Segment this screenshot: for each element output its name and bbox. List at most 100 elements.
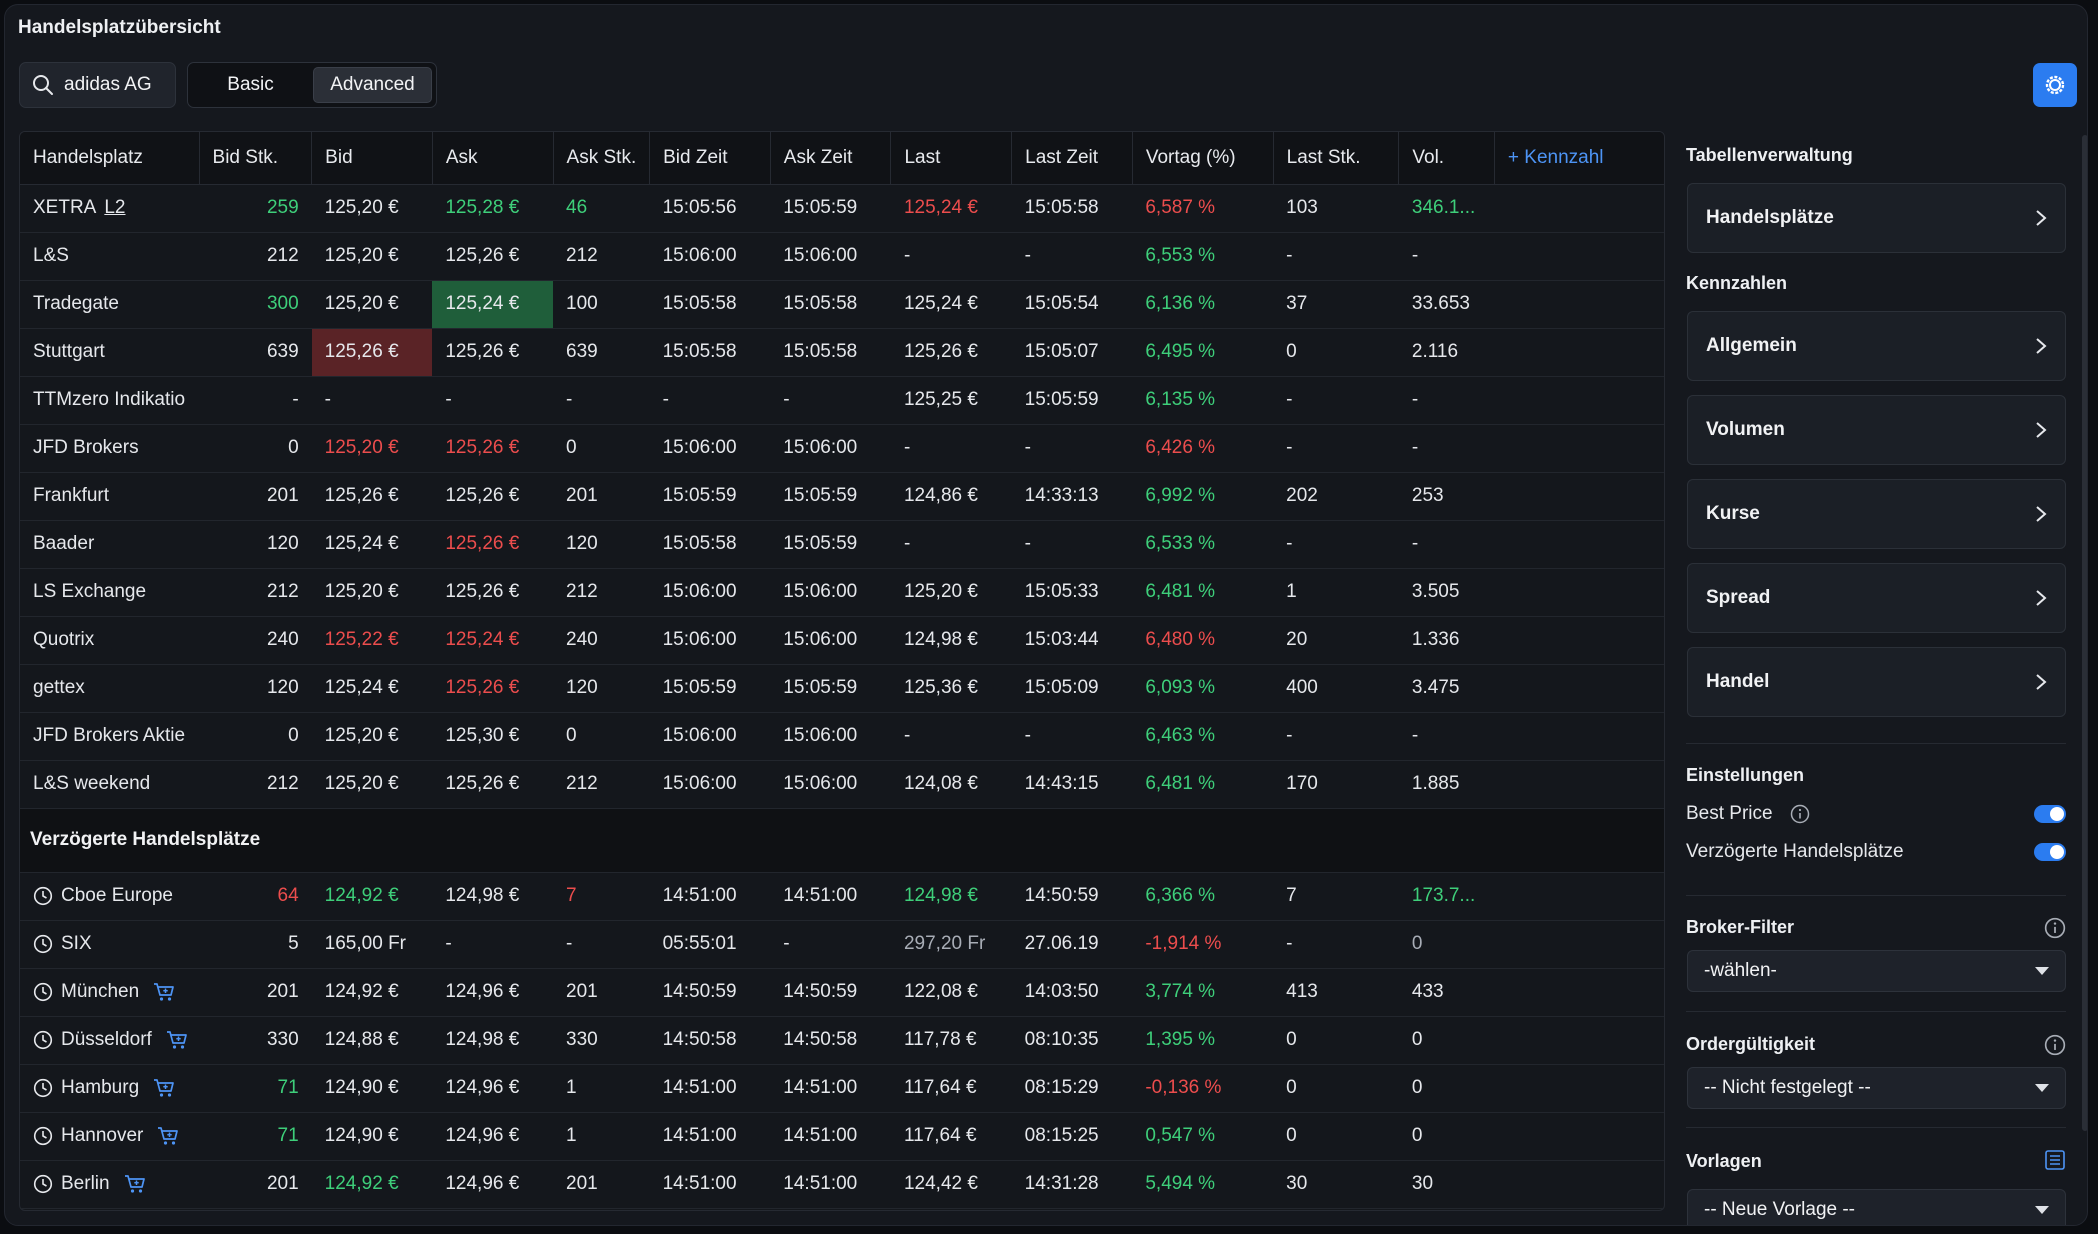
delayed-toggle[interactable] [2034,843,2066,861]
table-row[interactable]: München 201 124,92 €124,96 €201 14:50:59 14:… [20,968,1664,1017]
cell-ask-zeit: 14:51:00 [770,1112,891,1161]
table-row[interactable]: Berlin 201 124,92 €124,96 €201 14:51:00 14:5… [20,1160,1664,1209]
broker-filter-select[interactable]: -wählen- [1687,950,2066,992]
cell-empty [1494,664,1664,713]
cell-bid-zeit: 15:05:59 [649,472,771,521]
table-row[interactable]: Hannover 71 124,90 €124,96 €1 14:51:00 14:51… [20,1112,1664,1161]
cell-ask: 124,96 € [432,1064,554,1113]
scrollbar[interactable] [2082,135,2087,1131]
cell-ask-stk: 212 [553,568,650,617]
best-price-toggle[interactable] [2034,805,2066,823]
table-row[interactable]: TTMzero Indikatio - - - - - -125,25 €15:05:59 6… [20,376,1664,425]
order-validity-select[interactable]: -- Nicht festgelegt -- [1687,1067,2066,1109]
kennzahlen-title: Kennzahlen [1686,273,1788,293]
cell-handelsplatz: München [20,968,200,1017]
card-allgemein[interactable]: Allgemein [1687,311,2066,381]
table-row[interactable]: Baader 120 125,24 €125,26 €120 15:05:58 15:0… [20,520,1664,569]
cell-handelsplatz: JFD Brokers [20,424,200,473]
cart-icon[interactable] [157,1126,179,1146]
table-row[interactable]: Düsseldorf 330 124,88 €124,98 €330 14:50:58… [20,1016,1664,1065]
clock-icon [33,1078,53,1098]
col-ask-stk[interactable]: Ask Stk. [553,132,651,185]
mode-advanced[interactable]: Advanced [313,67,432,103]
cell-last-stk: 37 [1273,280,1399,329]
card-label: Spread [1706,587,1771,608]
card-volumen[interactable]: Volumen [1687,395,2066,465]
mode-basic[interactable]: Basic [192,67,309,103]
col-last-zeit[interactable]: Last Zeit [1011,132,1133,185]
table-row[interactable]: Cboe Europe 64 124,92 €124,98 €7 14:51:00 14… [20,872,1664,921]
table-row[interactable]: Stuttgart 639 125,26 €125,26 €639 15:05:58 1… [20,328,1664,377]
table-row[interactable]: Frankfurt 201 125,26 €125,26 €201 15:05:59 1… [20,472,1664,521]
table-row[interactable]: gettex 120 125,24 €125,26 €120 15:05:59 15:0… [20,664,1664,713]
side-panel: Tabellenverwaltung Handelsplätze Kennzah… [1686,131,2066,1225]
cart-icon[interactable] [124,1174,146,1194]
col-bid-zeit[interactable]: Bid Zeit [649,132,771,185]
cell-ask-zeit: - [770,376,891,425]
col-handelsplatz[interactable]: Handelsplatz [20,132,200,185]
table-row[interactable]: XETRA L2 259 125,20 €125,28 €46 15:05:56 15:0… [20,184,1664,233]
card-spread[interactable]: Spread [1687,563,2066,633]
card-handel[interactable]: Handel [1687,647,2066,717]
settings-button[interactable] [2033,63,2077,107]
cell-vortag: 6,992 % [1132,472,1274,521]
col-last[interactable]: Last [890,132,1013,185]
templates-title: Vorlagen [1686,1151,1762,1171]
cell-bid-zeit: 15:05:58 [649,520,771,569]
cell-handelsplatz: Baader [20,520,200,569]
col-bid-stk[interactable]: Bid Stk. [199,132,313,185]
templates-select[interactable]: -- Neue Vorlage -- [1687,1189,2066,1225]
cell-ask-zeit: 15:06:00 [770,712,891,761]
table-row[interactable]: Hamburg 71 124,90 €124,96 €1 14:51:00 14:51:… [20,1064,1664,1113]
cell-handelsplatz: L&S [20,232,200,281]
table-header: Handelsplatz Bid Stk. Bid Ask Ask Stk. B… [20,132,1664,185]
cart-icon[interactable] [153,982,175,1002]
list-icon[interactable] [2044,1149,2066,1171]
cell-last-zeit: 15:05:09 [1011,664,1133,713]
cell-vol: 2.116 [1398,328,1495,377]
table-row[interactable]: L&S 212 125,20 €125,26 €212 15:06:00 15:06:0… [20,232,1664,281]
col-vol[interactable]: Vol. [1398,132,1495,185]
table-row[interactable]: JFD Brokers Aktie 0 125,20 €125,30 €0 15:06… [20,712,1664,761]
cell-ask-zeit: 15:06:00 [770,760,891,809]
cell-last-zeit: 15:05:59 [1011,376,1133,425]
cell-last: - [890,712,1012,761]
info-icon[interactable] [2044,1034,2066,1056]
cell-vol: 173.7... [1398,872,1495,921]
add-kennzahl-button[interactable]: + Kennzahl [1494,132,1664,185]
table-row[interactable]: JFD Brokers 0 125,20 €125,26 €0 15:06:00 15:… [20,424,1664,473]
cell-bid: 124,92 € [311,872,433,921]
cart-icon[interactable] [153,1078,175,1098]
cell-ask-stk: 639 [553,328,650,377]
search-input[interactable]: adidas AG [19,62,176,108]
col-last-stk[interactable]: Last Stk. [1273,132,1400,185]
clock-icon [33,886,53,906]
cell-last: 125,24 € [890,280,1012,329]
table-row[interactable]: Quotrix 240 125,22 €125,24 €240 15:06:00 15:… [20,616,1664,665]
cell-last: 125,24 € [890,184,1012,233]
table-row[interactable]: LS Exchange 212 125,20 €125,26 €212 15:06:0… [20,568,1664,617]
card-handelsplaetze[interactable]: Handelsplätze [1687,183,2066,253]
card-label: Handelsplätze [1706,207,1834,228]
select-value: -wählen- [1704,960,1777,981]
info-icon[interactable] [1790,804,1810,824]
cell-last-zeit: - [1011,712,1133,761]
cell-ask-stk: 120 [553,664,650,713]
cell-handelsplatz: LS Exchange [20,568,200,617]
table-row[interactable]: SIX 5 165,00 Fr - -05:55:01-297,20 Fr 27.06.1… [20,920,1664,969]
cart-icon[interactable] [166,1030,188,1050]
table-row[interactable]: L&S weekend 212 125,20 €125,26 €212 15:06:0… [20,760,1664,809]
cell-bid: 124,92 € [311,1160,433,1209]
col-bid[interactable]: Bid [311,132,433,185]
l2-link[interactable]: L2 [104,197,125,218]
market-name: L&S weekend [33,773,151,794]
col-ask-zeit[interactable]: Ask Zeit [770,132,892,185]
table-row[interactable]: Tradegate 300 125,20 €125,24 €100 15:05:58 1… [20,280,1664,329]
cell-last-zeit: 27.06.19 [1011,920,1133,969]
cell-handelsplatz: JFD Brokers Aktie [20,712,200,761]
col-ask[interactable]: Ask [432,132,554,185]
cell-ask-zeit: 14:51:00 [770,1064,891,1113]
card-kurse[interactable]: Kurse [1687,479,2066,549]
col-vortag[interactable]: Vortag (%) [1132,132,1274,185]
info-icon[interactable] [2044,917,2066,939]
